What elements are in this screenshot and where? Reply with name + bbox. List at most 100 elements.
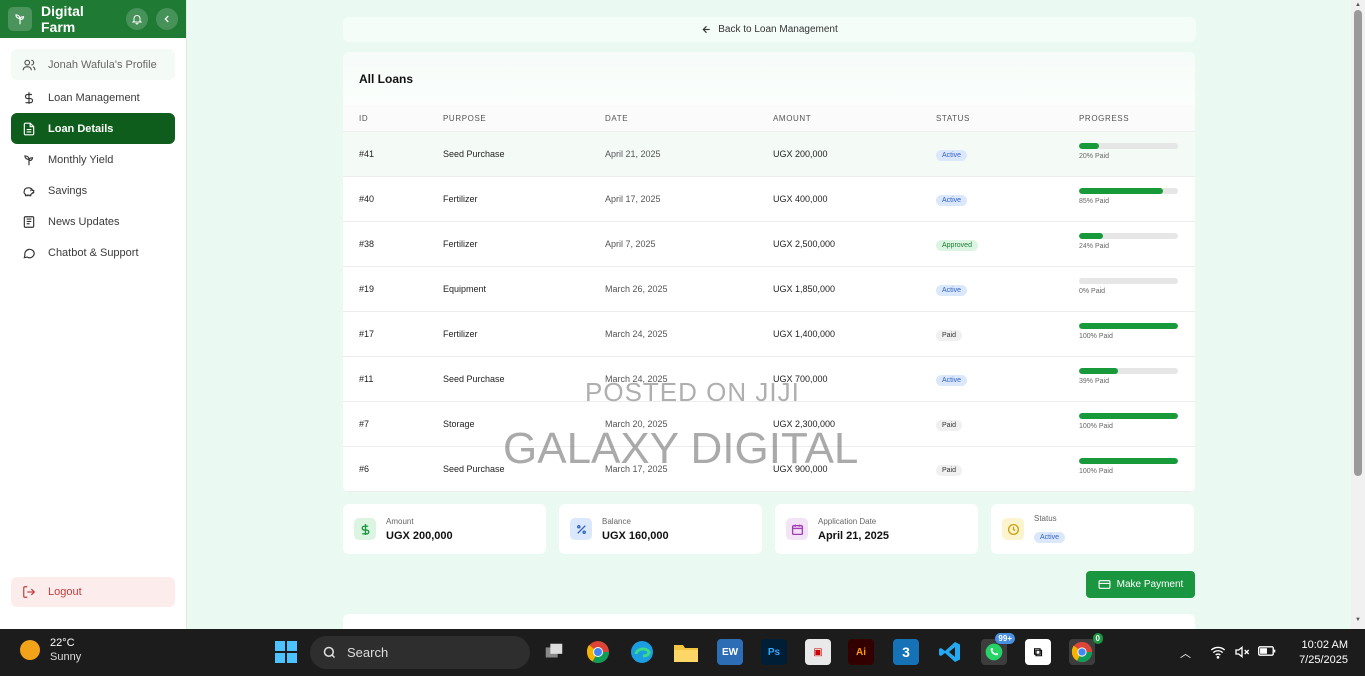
chrome-notification-badge: 0 bbox=[1092, 633, 1103, 644]
progress-label: 100% Paid bbox=[1079, 333, 1113, 340]
loan-id: #38 bbox=[359, 239, 375, 249]
amount-card: Amount UGX 200,000 bbox=[343, 504, 546, 554]
sidebar-item-news-updates[interactable]: News Updates bbox=[11, 206, 175, 237]
wifi-icon[interactable] bbox=[1210, 645, 1226, 662]
column-header-id: ID bbox=[359, 113, 369, 123]
capcut-icon[interactable]: ⧉ bbox=[1025, 639, 1051, 665]
sidebar-item-profile[interactable]: Jonah Wafula's Profile bbox=[11, 49, 175, 80]
chrome-icon[interactable] bbox=[585, 639, 611, 665]
status-badge: Approved bbox=[936, 240, 978, 251]
notification-button[interactable] bbox=[126, 8, 148, 30]
logout-button[interactable]: Logout bbox=[11, 577, 175, 607]
progress-bar-fill bbox=[1079, 143, 1099, 149]
table-row[interactable]: #40 Fertilizer April 17, 2025 UGX 400,000 Ac… bbox=[343, 177, 1195, 222]
file-explorer-icon[interactable] bbox=[673, 639, 699, 665]
status-badge: Active bbox=[1034, 532, 1066, 543]
easyworship-icon[interactable]: EW bbox=[717, 639, 743, 665]
sun-icon bbox=[20, 640, 40, 660]
loan-purpose: Fertilizer bbox=[443, 329, 478, 339]
scroll-down-arrow-icon[interactable]: ▼ bbox=[1355, 617, 1361, 623]
progress-label: 100% Paid bbox=[1079, 468, 1113, 475]
table-row[interactable]: #17 Fertilizer March 24, 2025 UGX 1,400,000… bbox=[343, 312, 1195, 357]
status-badge: Active bbox=[936, 285, 968, 296]
progress-label: 100% Paid bbox=[1079, 423, 1113, 430]
task-view-icon[interactable] bbox=[541, 639, 567, 665]
loan-date: March 26, 2025 bbox=[605, 284, 668, 294]
vscode-icon[interactable] bbox=[937, 639, 963, 665]
progress-indicator: 24% Paid bbox=[1079, 233, 1179, 250]
column-header-progress: PROGRESS bbox=[1079, 113, 1130, 123]
table-row[interactable]: #38 Fertilizer April 7, 2025 UGX 2,500,000 A… bbox=[343, 222, 1195, 267]
card-title: All Loans bbox=[343, 52, 1195, 105]
weather-widget[interactable]: 22°C Sunny bbox=[20, 637, 81, 663]
dollar-icon bbox=[354, 518, 376, 540]
calendar-icon bbox=[786, 518, 808, 540]
whatsapp-icon[interactable]: 99+ bbox=[981, 633, 1015, 665]
progress-label: 20% Paid bbox=[1079, 153, 1109, 160]
loan-id: #19 bbox=[359, 284, 375, 294]
volume-muted-icon[interactable] bbox=[1234, 645, 1250, 662]
application-date-label: Application Date bbox=[818, 516, 877, 526]
make-payment-label: Make Payment bbox=[1116, 579, 1184, 590]
progress-label: 85% Paid bbox=[1079, 198, 1109, 205]
sidebar-item-savings[interactable]: Savings bbox=[11, 175, 175, 206]
sidebar-item-loan-details[interactable]: Loan Details bbox=[11, 113, 175, 144]
progress-indicator: 100% Paid bbox=[1079, 458, 1179, 475]
corel-draw-icon[interactable]: ▣ bbox=[805, 639, 831, 665]
sidebar-item-loan-management[interactable]: Loan Management bbox=[11, 82, 175, 113]
balance-card: Balance UGX 160,000 bbox=[559, 504, 762, 554]
progress-bar-track bbox=[1079, 323, 1178, 329]
weather-temperature: 22°C bbox=[50, 637, 75, 649]
loan-purpose: Seed Purchase bbox=[443, 374, 505, 384]
chrome-active-icon[interactable]: 0 bbox=[1069, 633, 1103, 665]
scroll-up-arrow-icon[interactable]: ▲ bbox=[1355, 2, 1361, 8]
photoshop-icon[interactable]: Ps bbox=[761, 639, 787, 665]
loan-amount: UGX 2,500,000 bbox=[773, 239, 836, 249]
make-payment-button[interactable]: Make Payment bbox=[1086, 571, 1195, 598]
progress-indicator: 39% Paid bbox=[1079, 368, 1179, 385]
progress-bar-track bbox=[1079, 188, 1178, 194]
piggy-bank-icon bbox=[23, 186, 35, 196]
loan-date: March 24, 2025 bbox=[605, 329, 668, 339]
table-row[interactable]: #19 Equipment March 26, 2025 UGX 1,850,000 A… bbox=[343, 267, 1195, 312]
page-scrollbar[interactable]: ▲ ▼ bbox=[1351, 0, 1365, 629]
progress-bar-fill bbox=[1079, 188, 1164, 194]
edge-icon[interactable] bbox=[629, 639, 655, 665]
whatsapp-unread-badge: 99+ bbox=[995, 633, 1015, 644]
progress-bar-fill bbox=[1079, 458, 1178, 464]
amount-value: UGX 200,000 bbox=[386, 529, 453, 542]
status-badge: Active bbox=[936, 195, 968, 206]
loan-date: April 7, 2025 bbox=[605, 239, 656, 249]
loan-date: April 21, 2025 bbox=[605, 149, 661, 159]
sidebar-item-label: Loan Management bbox=[48, 91, 140, 104]
scrollbar-thumb[interactable] bbox=[1354, 10, 1362, 476]
logout-label: Logout bbox=[48, 586, 82, 598]
arrow-left-icon bbox=[702, 25, 710, 34]
battery-icon[interactable] bbox=[1258, 645, 1276, 660]
system-clock[interactable]: 10:02 AM 7/25/2025 bbox=[1286, 638, 1348, 668]
show-hidden-icons-chevron-icon[interactable]: ︿ bbox=[1180, 645, 1191, 661]
app-title: Digital Farm bbox=[41, 3, 84, 35]
progress-bar-track bbox=[1079, 368, 1178, 374]
css3-icon[interactable]: 3 bbox=[893, 639, 919, 665]
windows-start-icon[interactable] bbox=[273, 639, 299, 665]
column-header-purpose: PURPOSE bbox=[443, 113, 487, 123]
loan-amount: UGX 400,000 bbox=[773, 194, 828, 204]
status-badge: Paid bbox=[936, 465, 963, 476]
sidebar-item-chatbot-support[interactable]: Chatbot & Support bbox=[11, 237, 175, 268]
watermark-line-1: POSTED ON JIJI bbox=[585, 377, 800, 407]
document-icon bbox=[23, 122, 35, 135]
back-to-loan-management-link[interactable]: Back to Loan Management bbox=[343, 17, 1196, 42]
search-icon bbox=[323, 646, 336, 659]
column-header-date: DATE bbox=[605, 113, 629, 123]
sidebar-item-monthly-yield[interactable]: Monthly Yield bbox=[11, 144, 175, 175]
collapse-sidebar-button[interactable] bbox=[156, 8, 178, 30]
dollar-icon bbox=[24, 91, 34, 104]
taskbar-search[interactable]: Search bbox=[310, 636, 530, 669]
loan-purpose: Equipment bbox=[443, 284, 487, 294]
illustrator-icon[interactable]: Ai bbox=[848, 639, 874, 665]
amount-label: Amount bbox=[386, 516, 414, 526]
next-section-card bbox=[343, 614, 1195, 630]
loan-amount: UGX 1,850,000 bbox=[773, 284, 836, 294]
table-row[interactable]: #41 Seed Purchase April 21, 2025 UGX 200,00… bbox=[343, 132, 1195, 177]
